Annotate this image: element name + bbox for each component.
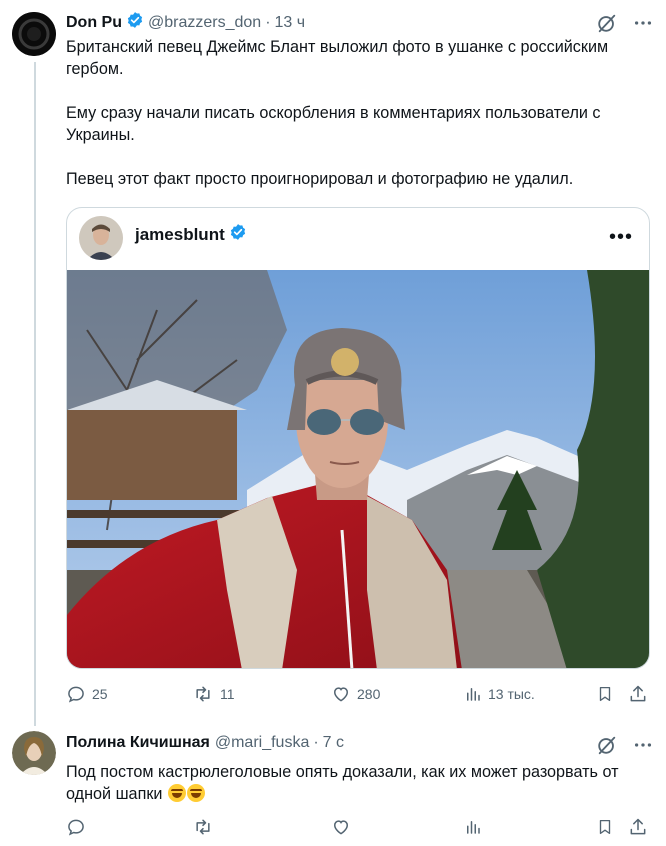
share-button[interactable] [628,684,648,704]
rolling-laughing-emoji-icon [186,784,205,802]
heart-icon [333,687,349,702]
reply-text-content: Под постом кастрюлеголовые опять доказал… [66,763,619,803]
reply-count: 25 [92,686,108,702]
reply-corner-icons [596,734,654,761]
verified-badge-icon [229,223,247,246]
embed-more-icon[interactable]: ••• [609,226,633,249]
views-count: 13 тыс. [488,686,535,702]
reply-header: Полина Кичишная @mari_fuska · 7 с [66,734,344,752]
author-avatar[interactable] [12,12,56,56]
like-button[interactable]: 280 [331,684,380,704]
author-name[interactable]: Don Pu [66,14,122,32]
bookmark-button[interactable] [596,817,614,837]
tweet-action-bar: 25 11 280 13 тыс. [66,684,650,708]
reply-text: Под постом кастрюлеголовые опять доказал… [66,761,646,805]
tweet-paragraph: Британский певец Джеймс Блант выложил фо… [66,38,613,78]
embedded-media-card[interactable]: jamesblunt ••• [66,207,650,669]
retweet-icon [196,686,210,702]
share-icon [630,685,646,702]
retweet-button[interactable]: 11 [192,684,235,704]
tweet-time[interactable]: 13 ч [275,14,306,32]
separator-dot: · [313,734,319,751]
separator-dot: · [265,13,271,31]
reply-author-avatar[interactable] [12,731,56,775]
verified-badge-icon [126,11,144,34]
photo[interactable] [67,270,650,669]
embed-username[interactable]: jamesblunt [135,225,225,245]
views-icon [467,688,480,701]
bookmark-icon [599,686,611,702]
tweet-corner-icons [596,12,654,39]
reply-author-name[interactable]: Полина Кичишная [66,734,210,752]
reply-time[interactable]: 7 с [323,734,344,752]
reply-button[interactable]: 25 [66,684,108,704]
reply-action-bar [66,817,650,841]
rolling-laughing-emoji-icon [167,784,186,802]
reply-author-handle[interactable]: @mari_fuska [215,734,310,752]
tweet-paragraph: Ему сразу начали писать оскорбления в ко… [66,104,606,144]
grok-icon[interactable] [596,734,618,761]
embed-username-row: jamesblunt [135,223,251,246]
views-icon [467,821,480,834]
reply-icon [68,819,84,836]
reply-icon [68,686,84,703]
like-button[interactable] [331,817,351,837]
tweet-paragraph: Певец этот факт просто проигнорировал и … [66,170,574,188]
views-button[interactable]: 13 тыс. [464,684,535,704]
retweet-button[interactable] [192,817,214,837]
author-handle[interactable]: @brazzers_don [148,14,261,32]
tweet-text: Британский певец Джеймс Блант выложил фо… [66,36,636,190]
embed-avatar [79,216,123,260]
views-button[interactable] [464,817,482,837]
bookmark-icon [599,819,611,835]
tweet-header: Don Pu @brazzers_don · 13 ч [66,11,305,34]
share-icon [630,818,646,835]
like-count: 280 [357,686,381,702]
thread-line [34,62,36,726]
reply-button[interactable] [66,817,86,837]
retweet-icon [196,819,210,835]
heart-icon [333,820,349,835]
retweet-count: 11 [220,686,235,702]
more-icon[interactable] [632,734,654,761]
grok-icon[interactable] [596,12,618,39]
share-button[interactable] [628,817,648,837]
bookmark-button[interactable] [596,684,614,704]
more-icon[interactable] [632,12,654,39]
